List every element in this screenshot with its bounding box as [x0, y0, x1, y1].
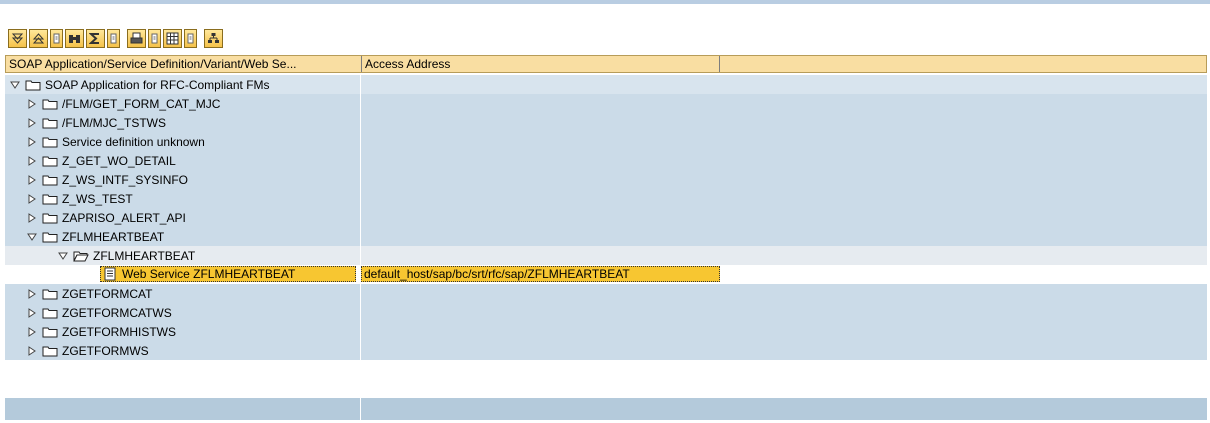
tree-node-label: SOAP Application for RFC-Compliant FMs [45, 77, 270, 92]
expand-triangle-icon[interactable] [26, 288, 38, 300]
tree-node-label: /FLM/MJC_TSTWS [62, 115, 166, 130]
tree-row[interactable]: Z_WS_INTF_SYSINFO [5, 170, 1207, 189]
print-icon [130, 32, 143, 43]
alv-toolbar [8, 27, 225, 49]
sum-icon [89, 32, 99, 44]
sum-button[interactable] [86, 28, 105, 48]
find-icon [69, 34, 80, 43]
collapse-triangle-icon[interactable] [9, 79, 21, 91]
tree-row[interactable]: ZGETFORMWS [5, 341, 1207, 360]
expand-all-icon [11, 33, 24, 44]
folder-icon [42, 346, 58, 356]
folder-icon [42, 99, 58, 109]
expand-triangle-icon[interactable] [26, 174, 38, 186]
folder-icon [42, 175, 58, 185]
expand-triangle-icon[interactable] [26, 345, 38, 357]
tree-node-label: ZGETFORMWS [62, 343, 149, 358]
tree-node-label: Service definition unknown [62, 134, 205, 149]
folder-icon [42, 156, 58, 166]
open-folder-icon [73, 251, 89, 261]
layout-grid-icon [166, 32, 179, 44]
toolbar-separator [50, 28, 63, 48]
tree-row[interactable]: /FLM/GET_FORM_CAT_MJC [5, 94, 1207, 113]
service-tree: SOAP Application for RFC-Compliant FMs /… [5, 75, 1207, 360]
tree-node-label: ZGETFORMCATWS [62, 305, 172, 320]
folder-icon [42, 308, 58, 318]
tree-row-child[interactable]: ZFLMHEARTBEAT [5, 246, 1207, 265]
hierarchy-button[interactable] [204, 28, 223, 48]
tree-row[interactable]: Service definition unknown [5, 132, 1207, 151]
hierarchy-icon [208, 32, 219, 43]
document-icon [104, 267, 116, 281]
folder-icon [42, 289, 58, 299]
folder-icon [42, 213, 58, 223]
collapse-all-button[interactable] [29, 28, 48, 48]
expand-all-button[interactable] [8, 28, 27, 48]
toolbar-separator [107, 28, 120, 48]
collapse-triangle-icon[interactable] [26, 231, 38, 243]
collapse-all-icon [32, 32, 45, 43]
tree-row[interactable]: ZAPRISO_ALERT_API [5, 208, 1207, 227]
tree-node-label: /FLM/GET_FORM_CAT_MJC [62, 96, 221, 111]
folder-icon [42, 137, 58, 147]
tree-node-label: Z_GET_WO_DETAIL [62, 153, 176, 168]
expand-triangle-icon[interactable] [26, 117, 38, 129]
expand-triangle-icon[interactable] [26, 155, 38, 167]
tree-node-label: ZGETFORMCAT [62, 286, 153, 301]
tree-row[interactable]: ZFLMHEARTBEAT [5, 227, 1207, 246]
toolbar-separator [148, 28, 161, 48]
folder-icon [42, 118, 58, 128]
folder-icon [25, 80, 41, 90]
layout-button[interactable] [163, 28, 182, 48]
tree-node-label: Z_WS_TEST [62, 191, 133, 206]
column-header-row: SOAP Application/Service Definition/Vari… [5, 55, 1207, 73]
tree-row[interactable]: ZGETFORMCAT [5, 284, 1207, 303]
access-address-cell[interactable]: default_host/sap/bc/srt/rfc/sap/ZFLMHEAR… [361, 266, 720, 282]
tree-row[interactable]: Z_WS_TEST [5, 189, 1207, 208]
window-top-border [0, 0, 1210, 4]
expand-triangle-icon[interactable] [26, 136, 38, 148]
web-service-label: Web Service ZFLMHEARTBEAT [122, 267, 296, 281]
column-header-access-address[interactable]: Access Address [362, 56, 720, 72]
tree-node-label: ZAPRISO_ALERT_API [62, 210, 186, 225]
folder-icon [42, 232, 58, 242]
column-header-empty [720, 56, 1206, 72]
expand-triangle-icon[interactable] [26, 193, 38, 205]
tree-node-label: ZGETFORMHISTWS [62, 324, 176, 339]
expand-triangle-icon[interactable] [26, 326, 38, 338]
collapse-triangle-icon[interactable] [57, 250, 69, 262]
tree-row[interactable]: /FLM/MJC_TSTWS [5, 113, 1207, 132]
folder-icon [42, 194, 58, 204]
tree-node-label: ZFLMHEARTBEAT [62, 229, 165, 244]
web-service-cell[interactable]: Web Service ZFLMHEARTBEAT [100, 266, 356, 282]
tree-node-label: ZFLMHEARTBEAT [93, 248, 196, 263]
expand-triangle-icon[interactable] [26, 307, 38, 319]
tree-row-selected[interactable]: Web Service ZFLMHEARTBEAT default_host/s… [5, 265, 1207, 284]
folder-icon [42, 327, 58, 337]
column-header-service[interactable]: SOAP Application/Service Definition/Vari… [6, 56, 362, 72]
expand-triangle-icon[interactable] [26, 212, 38, 224]
toolbar-separator [184, 28, 197, 48]
tree-row[interactable]: Z_GET_WO_DETAIL [5, 151, 1207, 170]
tree-row-root[interactable]: SOAP Application for RFC-Compliant FMs [5, 75, 1207, 94]
print-button[interactable] [127, 28, 146, 48]
tree-node-label: Z_WS_INTF_SYSINFO [62, 172, 189, 187]
tree-row[interactable]: ZGETFORMHISTWS [5, 322, 1207, 341]
tree-row[interactable]: ZGETFORMCATWS [5, 303, 1207, 322]
expand-triangle-icon[interactable] [26, 98, 38, 110]
tree-footer-row [5, 398, 1207, 420]
find-button[interactable] [65, 28, 84, 48]
